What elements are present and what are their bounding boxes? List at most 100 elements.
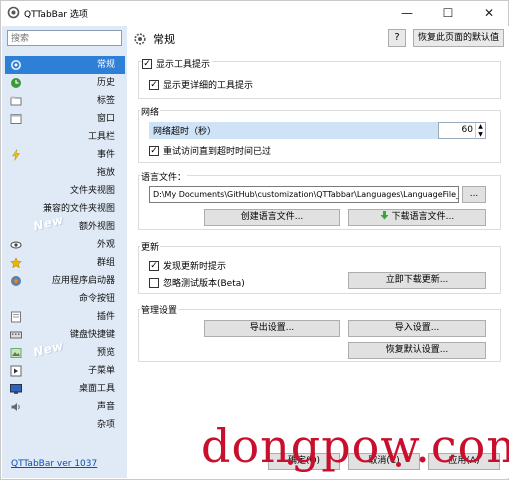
sidebar-item-appearance[interactable]: 外观 — [5, 236, 125, 254]
download-update-button[interactable]: 立即下载更新... — [348, 272, 486, 289]
retry-checkbox[interactable]: ✓ 重试访问直到超时时间已过 — [149, 144, 271, 157]
sidebar-item-extra-view[interactable]: New 额外视图 — [5, 212, 125, 236]
checkbox-box: ✓ — [142, 58, 152, 69]
sidebar-item-tabs[interactable]: 标签 — [5, 92, 125, 110]
title-bar: QTTabBar 选项 — ☐ ✕ — [1, 1, 508, 25]
stepper-up-icon[interactable]: ▲ — [475, 123, 485, 131]
sidebar-item-app-launcher[interactable]: 应用程序启动器 — [5, 272, 125, 290]
gear-icon — [134, 33, 146, 45]
search-input[interactable] — [7, 30, 122, 46]
tab-icon — [10, 96, 22, 106]
network-section-label: 网络 — [140, 105, 161, 118]
desktop-icon — [10, 384, 22, 394]
sidebar-item-dragdrop[interactable]: 拖放 — [5, 164, 125, 182]
sidebar-item-label: 桌面工具 — [78, 384, 115, 394]
sidebar-item-plugins[interactable]: 插件 — [5, 308, 125, 326]
show-tooltips-checkbox[interactable]: ✓ 显示工具提示 — [142, 57, 213, 70]
manage-section-label: 管理设置 — [140, 303, 179, 316]
browse-button[interactable]: ... — [462, 186, 486, 203]
stepper-down-icon[interactable]: ▼ — [475, 131, 485, 139]
import-settings-button[interactable]: 导入设置... — [348, 320, 486, 337]
window-title: QTTabBar 选项 — [24, 10, 88, 20]
sidebar-item-preview[interactable]: New 预览 — [5, 338, 125, 362]
star-icon — [10, 257, 22, 269]
sidebar-item-submenu[interactable]: 子菜单 — [5, 362, 125, 380]
sidebar-item-label: 键盘快捷键 — [69, 330, 115, 340]
sidebar-item-label: 预览 — [96, 348, 115, 358]
sidebar-item-label: 插件 — [96, 312, 115, 322]
sidebar-item-keyboard-shortcuts[interactable]: 键盘快捷键 — [5, 326, 125, 344]
window-icon — [10, 114, 22, 124]
sidebar-item-misc[interactable]: 杂项 — [5, 416, 125, 434]
detailed-tooltips-checkbox[interactable]: ✓ 显示更详细的工具提示 — [149, 78, 253, 91]
checkbox-box: ✓ — [149, 79, 159, 90]
sidebar-item-label: 窗口 — [96, 114, 115, 124]
timeout-label: 网络超时（秒） — [153, 127, 217, 137]
sidebar-item-label: 外观 — [96, 240, 115, 250]
sidebar-item-events[interactable]: 事件 — [5, 146, 125, 164]
checkbox-label: 忽略测试版本(Beta) — [163, 279, 245, 289]
version-link[interactable]: QTTabBar ver 1037 — [11, 459, 97, 469]
checkbox-label: 发现更新时提示 — [163, 262, 227, 272]
gear-icon — [11, 60, 21, 70]
checkbox-box — [149, 277, 159, 288]
lightning-icon — [12, 149, 20, 161]
checkbox-label: 显示工具提示 — [156, 60, 211, 70]
notify-update-checkbox[interactable]: ✓ 发现更新时提示 — [149, 259, 226, 272]
minimize-button[interactable]: — — [390, 1, 424, 25]
sidebar-item-label: 历史 — [96, 78, 115, 88]
page-title: 常规 — [153, 33, 175, 46]
export-settings-button[interactable]: 导出设置... — [204, 320, 340, 337]
sidebar-item-compat-folder-view[interactable]: 兼容的文件夹视图 — [5, 200, 125, 218]
sidebar-item-label: 子菜单 — [87, 366, 115, 376]
preview-icon — [10, 348, 22, 358]
sidebar: 常规 历史 标签 窗口 工具栏 事件 拖放 — [2, 26, 127, 478]
restore-page-defaults-button[interactable]: 恢复此页面的默认值 — [413, 29, 504, 47]
sidebar-item-command-buttons[interactable]: 命令按钮 — [5, 290, 125, 308]
app-gear-icon — [7, 6, 20, 19]
sidebar-item-general[interactable]: 常规 — [5, 56, 125, 74]
sidebar-item-label: 标签 — [96, 96, 115, 106]
sidebar-nav: 常规 历史 标签 窗口 工具栏 事件 拖放 文件夹视图 兼容的文件夹视图 New… — [5, 56, 125, 434]
sidebar-item-label: 文件夹视图 — [69, 186, 115, 196]
launcher-icon — [11, 276, 21, 286]
sidebar-item-label: 工具栏 — [87, 132, 115, 142]
watermark-dot — [288, 460, 293, 465]
download-label: 下载语言文件... — [391, 212, 455, 222]
history-icon — [11, 78, 21, 88]
maximize-button[interactable]: ☐ — [431, 1, 465, 25]
sidebar-item-groups[interactable]: 群组 — [5, 254, 125, 272]
sidebar-item-sound[interactable]: 声音 — [5, 398, 125, 416]
language-file-path-input[interactable]: D:\My Documents\GitHub\customization\QTT… — [149, 186, 459, 203]
download-arrow-icon — [380, 211, 389, 220]
sidebar-item-label: 杂项 — [96, 420, 115, 430]
sidebar-item-toolbar[interactable]: 工具栏 — [5, 128, 125, 146]
sidebar-item-desktop-tools[interactable]: 桌面工具 — [5, 380, 125, 398]
keyboard-icon — [10, 331, 22, 339]
plugin-icon — [11, 311, 21, 323]
ignore-beta-checkbox[interactable]: 忽略测试版本(Beta) — [149, 276, 245, 289]
checkbox-box: ✓ — [149, 145, 159, 156]
update-section-label: 更新 — [140, 240, 161, 253]
speaker-icon — [11, 403, 20, 411]
options-window: QTTabBar 选项 — ☐ ✕ 常规 历史 标签 窗口 — [0, 0, 509, 480]
help-button[interactable]: ? — [388, 29, 406, 47]
checkbox-label: 重试访问直到超时时间已过 — [163, 147, 272, 157]
checkbox-label: 显示更详细的工具提示 — [163, 81, 254, 91]
sidebar-item-window[interactable]: 窗口 — [5, 110, 125, 128]
sidebar-item-history[interactable]: 历史 — [5, 74, 125, 92]
reset-settings-button[interactable]: 恢复默认设置... — [348, 342, 486, 359]
create-language-file-button[interactable]: 创建语言文件... — [204, 209, 340, 226]
close-button[interactable]: ✕ — [472, 1, 506, 25]
submenu-icon — [10, 365, 22, 377]
sidebar-item-label: 事件 — [96, 150, 115, 160]
download-language-file-button[interactable]: 下载语言文件... — [348, 209, 486, 226]
sidebar-item-label: 常规 — [96, 60, 115, 70]
sidebar-item-label: 拖放 — [96, 168, 115, 178]
sidebar-item-label: 群组 — [96, 258, 115, 268]
sidebar-item-label: 额外视图 — [78, 222, 115, 232]
sidebar-item-folder-view[interactable]: 文件夹视图 — [5, 182, 125, 200]
sidebar-item-label: 声音 — [96, 402, 115, 412]
timeout-stepper[interactable]: 60 ▲ ▼ — [438, 122, 486, 139]
language-section-label: 语言文件： — [140, 170, 188, 183]
